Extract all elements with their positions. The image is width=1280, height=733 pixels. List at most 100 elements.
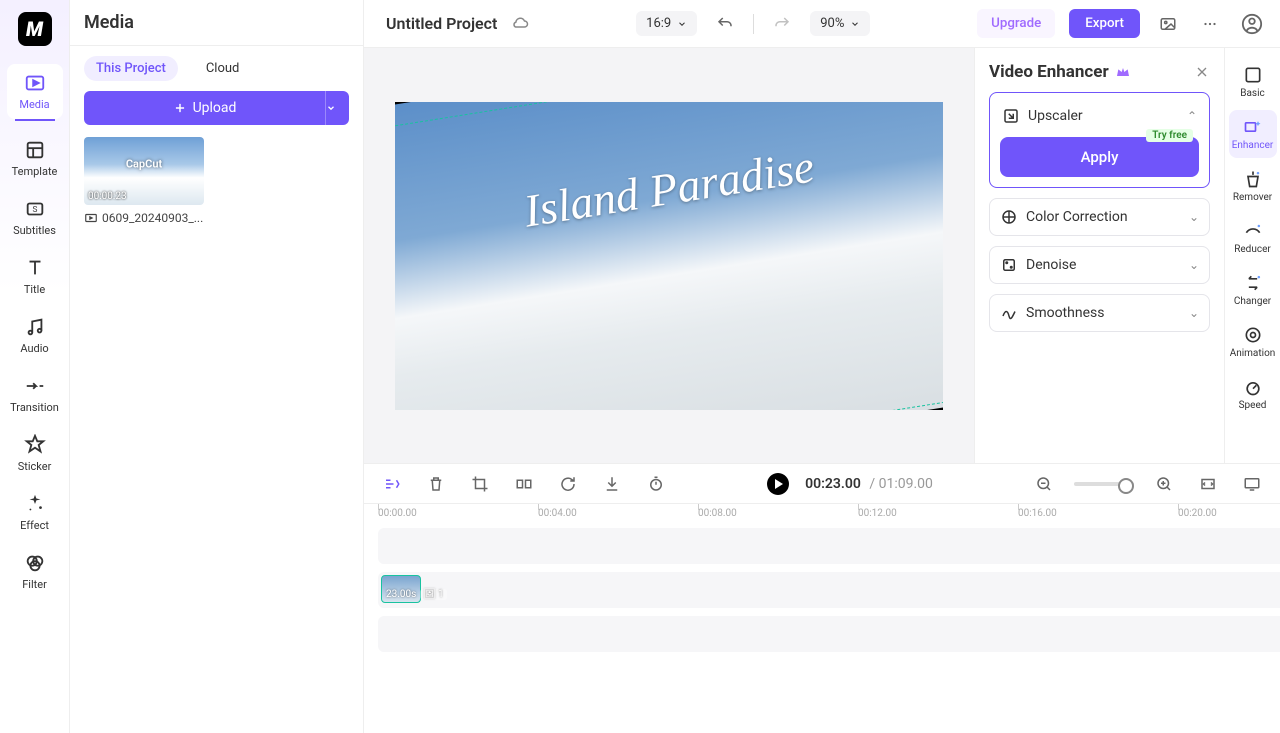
track-empty[interactable]	[378, 616, 1280, 652]
nav-effect[interactable]: Effect	[7, 485, 63, 540]
crop-button[interactable]	[466, 470, 494, 498]
enhancer-title: Video Enhancer	[989, 62, 1109, 82]
premium-crown-icon	[1115, 64, 1131, 80]
preview-stage[interactable]: Island Paradise	[364, 48, 974, 463]
zoom-in-icon	[1155, 475, 1173, 493]
remover-icon	[1243, 169, 1263, 189]
zoom-in-button[interactable]	[1150, 470, 1178, 498]
plus-icon	[173, 101, 187, 115]
ruler-tick: 00:04.00	[538, 508, 577, 519]
timeline[interactable]: 00:00.00 00:04.00 00:08.00 00:12.00 00:1…	[364, 503, 1280, 733]
tool-speed[interactable]: Speed	[1229, 370, 1277, 418]
track-video[interactable]: ▶ 0609_20240903_210917.mp4	[378, 528, 1280, 564]
subtitles-icon: S	[24, 198, 46, 220]
chevron-down-icon: ⌄	[1189, 306, 1199, 320]
basic-icon	[1243, 65, 1263, 85]
smoothness-row[interactable]: Smoothness ⌄	[989, 294, 1210, 332]
upload-dropdown[interactable]	[325, 91, 349, 125]
upscaler-card: Upscaler ⌃ Try free Apply	[989, 92, 1210, 188]
track-image[interactable]: 23.00s 🖼 1 23.00s 🖼 1	[378, 572, 1280, 608]
zoom-slider[interactable]	[1074, 482, 1134, 486]
auto-select-button[interactable]	[378, 470, 406, 498]
reducer-icon	[1243, 221, 1263, 241]
changer-icon	[1243, 273, 1263, 293]
tool-changer[interactable]: Changer	[1229, 266, 1277, 314]
zoom-out-icon	[1035, 475, 1053, 493]
undo-button[interactable]	[711, 10, 739, 38]
nav-filter[interactable]: Filter	[7, 544, 63, 599]
fullscreen-button[interactable]	[1238, 470, 1266, 498]
tool-remover[interactable]: Remover	[1229, 162, 1277, 210]
current-time: 00:23.00	[805, 476, 861, 492]
nav-audio[interactable]: Audio	[7, 308, 63, 363]
upgrade-button[interactable]: Upgrade	[977, 9, 1055, 38]
tool-enhancer[interactable]: Enhancer	[1229, 110, 1277, 158]
upscaler-label: Upscaler	[1028, 108, 1083, 124]
selection-bounds[interactable]	[395, 102, 943, 410]
denoise-label: Denoise	[1026, 257, 1076, 273]
denoise-row[interactable]: Denoise ⌄	[989, 246, 1210, 284]
try-free-badge: Try free	[1146, 129, 1193, 142]
nav-template[interactable]: Template	[7, 131, 63, 186]
more-icon	[1201, 15, 1219, 33]
close-panel-button[interactable]	[1194, 64, 1210, 80]
color-correction-row[interactable]: Color Correction ⌄	[989, 198, 1210, 236]
nav-subtitles[interactable]: S Subtitles	[7, 190, 63, 245]
more-button[interactable]	[1196, 10, 1224, 38]
denoise-icon	[1000, 256, 1018, 274]
tab-cloud[interactable]: Cloud	[194, 56, 252, 81]
audio-icon	[24, 316, 46, 338]
timeline-ruler: 00:00.00 00:04.00 00:08.00 00:12.00 00:1…	[378, 504, 1280, 528]
account-icon	[1241, 13, 1263, 35]
nav-title[interactable]: Title	[7, 249, 63, 304]
tool-animation[interactable]: Animation	[1229, 318, 1277, 366]
upscaler-header[interactable]: Upscaler ⌃	[1000, 103, 1199, 129]
media-icon	[24, 72, 46, 94]
chevron-down-icon	[677, 19, 687, 29]
download-button[interactable]	[598, 470, 626, 498]
zoom-out-button[interactable]	[1030, 470, 1058, 498]
nav-media[interactable]: Media	[7, 64, 63, 119]
fit-button[interactable]	[1194, 470, 1222, 498]
tool-reducer[interactable]: Reducer	[1229, 214, 1277, 262]
nav-transition[interactable]: Transition	[7, 367, 63, 422]
tool-basic[interactable]: Basic	[1229, 58, 1277, 106]
ruler-tick: 00:00.00	[378, 508, 417, 519]
tab-this-project[interactable]: This Project	[84, 56, 178, 81]
undo-icon	[716, 15, 734, 33]
nav-media-label: Media	[19, 98, 49, 111]
rotate-button[interactable]	[554, 470, 582, 498]
redo-button[interactable]	[768, 10, 796, 38]
canvas[interactable]: Island Paradise	[395, 102, 943, 410]
project-title[interactable]: Untitled Project	[386, 14, 497, 33]
screenshot-button[interactable]	[1154, 10, 1182, 38]
delete-button[interactable]	[422, 470, 450, 498]
redo-icon	[773, 15, 791, 33]
timer-button[interactable]	[642, 470, 670, 498]
zoom-selector[interactable]: 90%	[810, 11, 870, 36]
timer-icon	[647, 475, 665, 493]
account-button[interactable]	[1238, 10, 1266, 38]
clip-thumbnail: CapCut 00:00:23	[84, 137, 204, 205]
play-button[interactable]	[767, 473, 789, 495]
title-icon	[24, 257, 46, 279]
trash-icon	[427, 475, 445, 493]
sticker-icon	[24, 434, 46, 456]
chevron-up-icon: ⌃	[1187, 109, 1197, 123]
chevron-down-icon	[850, 19, 860, 29]
export-button[interactable]: Export	[1069, 9, 1140, 38]
cloud-sync-icon[interactable]	[511, 15, 529, 33]
ruler-tick: 00:08.00	[698, 508, 737, 519]
image-clip-1[interactable]: 23.00s 🖼 1	[381, 575, 421, 603]
svg-text:S: S	[32, 205, 37, 215]
download-icon	[603, 475, 621, 493]
split-button[interactable]	[510, 470, 538, 498]
media-clip[interactable]: CapCut 00:00:23 0609_20240903_...	[84, 137, 204, 225]
rotate-icon	[559, 475, 577, 493]
apply-button[interactable]: Apply	[1000, 137, 1199, 177]
upload-button[interactable]: Upload	[84, 91, 325, 125]
aspect-ratio-selector[interactable]: 16:9	[636, 11, 697, 36]
template-icon	[24, 139, 46, 161]
video-enhancer-panel: Video Enhancer Upscaler ⌃ Try free Apply	[974, 48, 1224, 463]
nav-sticker[interactable]: Sticker	[7, 426, 63, 481]
